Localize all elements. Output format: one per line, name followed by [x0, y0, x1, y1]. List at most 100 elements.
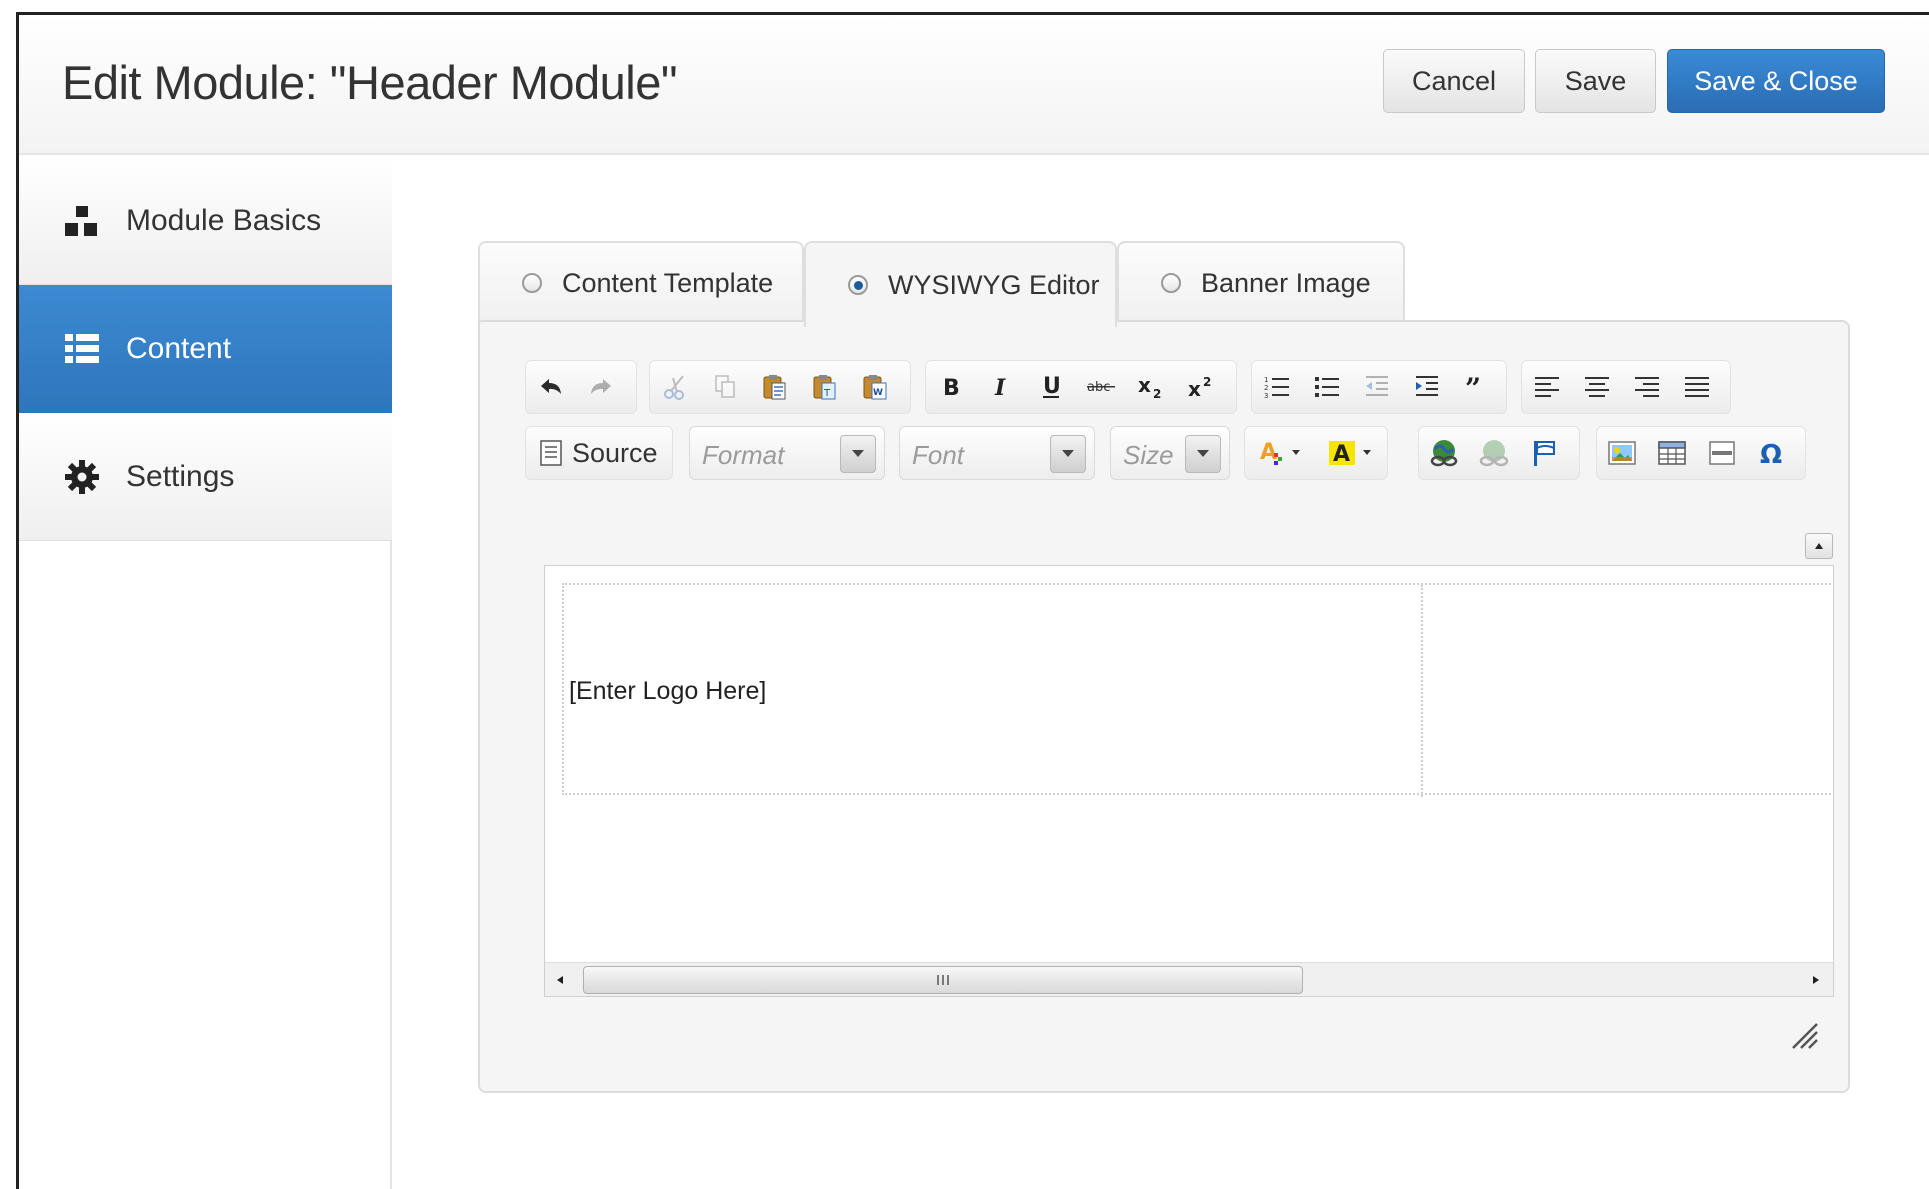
- toolbar-group-insert: Ω: [1596, 426, 1806, 480]
- special-character-icon[interactable]: Ω: [1747, 426, 1797, 480]
- chevron-down-icon: [1050, 435, 1086, 473]
- align-right-icon[interactable]: [1622, 360, 1672, 414]
- source-icon: [540, 440, 562, 466]
- align-left-icon[interactable]: [1522, 360, 1572, 414]
- table-icon[interactable]: [1647, 426, 1697, 480]
- outdent-icon[interactable]: [1352, 360, 1402, 414]
- table-cell-divider: [1421, 585, 1423, 797]
- blockquote-icon[interactable]: ”: [1452, 360, 1502, 414]
- svg-text:2: 2: [1264, 384, 1268, 392]
- subscript-icon[interactable]: x2: [1126, 360, 1176, 414]
- resize-grip-icon[interactable]: [1789, 1020, 1819, 1050]
- svg-text:A: A: [1333, 442, 1350, 467]
- sidebar-item-label: Content: [126, 332, 232, 365]
- size-select[interactable]: Size: [1110, 426, 1230, 480]
- paste-icon[interactable]: [750, 360, 800, 414]
- superscript-icon[interactable]: x2: [1176, 360, 1226, 414]
- bulleted-list-icon[interactable]: [1302, 360, 1352, 414]
- svg-text:”: ”: [1465, 376, 1481, 398]
- strikethrough-icon[interactable]: abc: [1076, 360, 1126, 414]
- font-select[interactable]: Font: [899, 426, 1095, 480]
- svg-text:B: B: [943, 376, 960, 399]
- app-frame: Edit Module: "Header Module" Cancel Save…: [0, 0, 1929, 1189]
- svg-text:1: 1: [1264, 376, 1268, 384]
- wysiwyg-editor-area[interactable]: [Enter Logo Here]: [544, 565, 1834, 997]
- radio-selected: [848, 275, 868, 295]
- page-title: Edit Module: "Header Module": [62, 56, 678, 109]
- list-icon: [64, 331, 100, 367]
- toolbar-group-links: [1418, 426, 1580, 480]
- numbered-list-icon[interactable]: 123: [1252, 360, 1302, 414]
- redo-icon[interactable]: [576, 360, 626, 414]
- svg-text:W: W: [873, 388, 883, 398]
- scroll-right-arrow[interactable]: [1801, 963, 1831, 996]
- svg-text:2: 2: [1203, 375, 1211, 389]
- tab-banner-image[interactable]: Banner Image: [1117, 241, 1405, 323]
- unlink-icon[interactable]: [1469, 426, 1519, 480]
- source-button[interactable]: Source: [525, 426, 673, 480]
- toolbar-group-clipboard: T W: [649, 360, 911, 414]
- sidebar-item-label: Module Basics: [126, 203, 322, 237]
- svg-text:Ω: Ω: [1760, 440, 1782, 467]
- tab-label: Content Template: [562, 267, 774, 298]
- radio-unselected: [522, 273, 542, 293]
- indent-icon[interactable]: [1402, 360, 1452, 414]
- format-placeholder: Format: [702, 440, 785, 470]
- svg-text:3: 3: [1264, 392, 1268, 400]
- format-select[interactable]: Format: [689, 426, 885, 480]
- svg-text:x: x: [1138, 374, 1151, 397]
- italic-icon[interactable]: I: [976, 360, 1026, 414]
- dialog-header: Edit Module: "Header Module" Cancel Save…: [19, 15, 1929, 155]
- underline-icon[interactable]: U: [1026, 360, 1076, 414]
- background-color-icon[interactable]: A: [1316, 426, 1387, 480]
- save-button[interactable]: Save: [1535, 49, 1656, 113]
- align-justify-icon[interactable]: [1672, 360, 1722, 414]
- tab-label: WYSIWYG Editor: [888, 269, 1100, 300]
- chevron-down-icon: [840, 435, 876, 473]
- tab-content-template[interactable]: Content Template: [478, 241, 804, 323]
- scrollbar-thumb[interactable]: [583, 966, 1303, 994]
- undo-icon[interactable]: [526, 360, 576, 414]
- size-placeholder: Size: [1123, 440, 1174, 470]
- toolbar-group-colors: A A: [1244, 426, 1388, 480]
- sidebar-item-module-basics[interactable]: Module Basics: [19, 157, 392, 285]
- anchor-flag-icon[interactable]: [1519, 426, 1569, 480]
- sidebar-item-content[interactable]: Content: [19, 285, 392, 413]
- edit-module-dialog: Edit Module: "Header Module" Cancel Save…: [16, 12, 1929, 1189]
- svg-text:U: U: [1043, 374, 1061, 399]
- paste-word-icon[interactable]: W: [850, 360, 900, 414]
- sidebar: Module Basics Content Settings: [19, 157, 392, 1189]
- save-and-close-button[interactable]: Save & Close: [1667, 49, 1885, 113]
- editor-table: [Enter Logo Here]: [562, 583, 1833, 797]
- horizontal-line-icon[interactable]: [1697, 426, 1747, 480]
- tab-label: Banner Image: [1201, 267, 1371, 298]
- svg-text:T: T: [823, 388, 831, 399]
- toolbar-group-paragraph: 123 ”: [1251, 360, 1507, 414]
- sidebar-item-label: Settings: [126, 459, 235, 493]
- svg-text:I: I: [994, 375, 1006, 399]
- svg-text:x: x: [1188, 377, 1201, 400]
- gear-icon: [64, 459, 100, 495]
- copy-icon[interactable]: [700, 360, 750, 414]
- source-label: Source: [572, 437, 658, 468]
- svg-text:2: 2: [1153, 387, 1161, 400]
- logo-placeholder-text[interactable]: [Enter Logo Here]: [569, 677, 766, 706]
- paste-text-icon[interactable]: T: [800, 360, 850, 414]
- sitemap-icon: [64, 203, 100, 239]
- text-color-icon[interactable]: A: [1245, 426, 1316, 480]
- scroll-left-arrow[interactable]: [545, 963, 575, 996]
- sidebar-item-settings[interactable]: Settings: [19, 413, 392, 541]
- horizontal-scrollbar[interactable]: [545, 962, 1833, 996]
- bold-icon[interactable]: B: [926, 360, 976, 414]
- cancel-button[interactable]: Cancel: [1383, 49, 1525, 113]
- chevron-down-icon: [1185, 435, 1221, 473]
- image-icon[interactable]: [1597, 426, 1647, 480]
- tab-wysiwyg-editor[interactable]: WYSIWYG Editor: [804, 241, 1117, 327]
- font-placeholder: Font: [912, 440, 965, 470]
- radio-unselected: [1161, 273, 1181, 293]
- align-center-icon[interactable]: [1572, 360, 1622, 414]
- toolbar-group-history: [525, 360, 637, 414]
- cut-icon[interactable]: [650, 360, 700, 414]
- scroll-up-button[interactable]: [1805, 533, 1833, 559]
- link-icon[interactable]: [1419, 426, 1469, 480]
